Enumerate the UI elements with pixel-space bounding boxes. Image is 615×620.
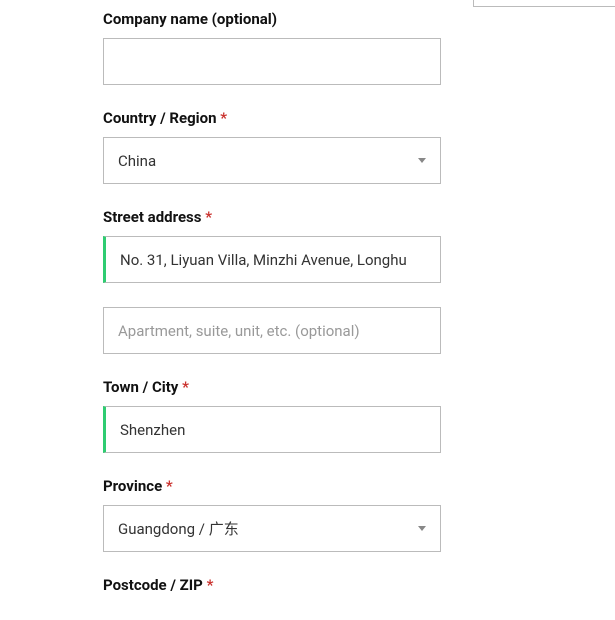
city-label: Town / City *	[103, 378, 545, 396]
country-select-value: China	[118, 152, 418, 170]
country-label: Country / Region *	[103, 109, 545, 127]
province-select[interactable]: Guangdong / 广东	[103, 505, 441, 552]
country-select[interactable]: China	[103, 137, 441, 184]
side-panel-fragment	[473, 0, 615, 7]
postcode-label: Postcode / ZIP *	[103, 576, 545, 594]
province-select-value: Guangdong / 广东	[118, 518, 418, 539]
required-mark: *	[182, 378, 189, 396]
street-line2-input[interactable]	[103, 307, 441, 354]
postcode-field-group: Postcode / ZIP *	[103, 576, 545, 594]
company-label: Company name (optional)	[103, 10, 545, 28]
company-field-group: Company name (optional)	[103, 10, 545, 85]
street-label-text: Street address	[103, 208, 201, 226]
street-line1-input[interactable]	[103, 236, 441, 283]
required-mark: *	[205, 208, 212, 226]
country-field-group: Country / Region * China	[103, 109, 545, 184]
chevron-down-icon	[418, 158, 426, 163]
required-mark: *	[166, 477, 173, 495]
province-label: Province *	[103, 477, 545, 495]
city-field-group: Town / City *	[103, 378, 545, 453]
checkout-form: Company name (optional) Country / Region…	[0, 0, 545, 594]
city-input[interactable]	[103, 406, 441, 453]
province-label-text: Province	[103, 477, 162, 495]
postcode-label-text: Postcode / ZIP	[103, 576, 203, 594]
required-mark: *	[207, 576, 214, 594]
chevron-down-icon	[418, 526, 426, 531]
company-input[interactable]	[103, 38, 441, 85]
required-mark: *	[220, 109, 227, 127]
street-field-group: Street address *	[103, 208, 545, 354]
province-field-group: Province * Guangdong / 广东	[103, 477, 545, 552]
street-label: Street address *	[103, 208, 545, 226]
city-label-text: Town / City	[103, 378, 178, 396]
country-label-text: Country / Region	[103, 109, 217, 127]
